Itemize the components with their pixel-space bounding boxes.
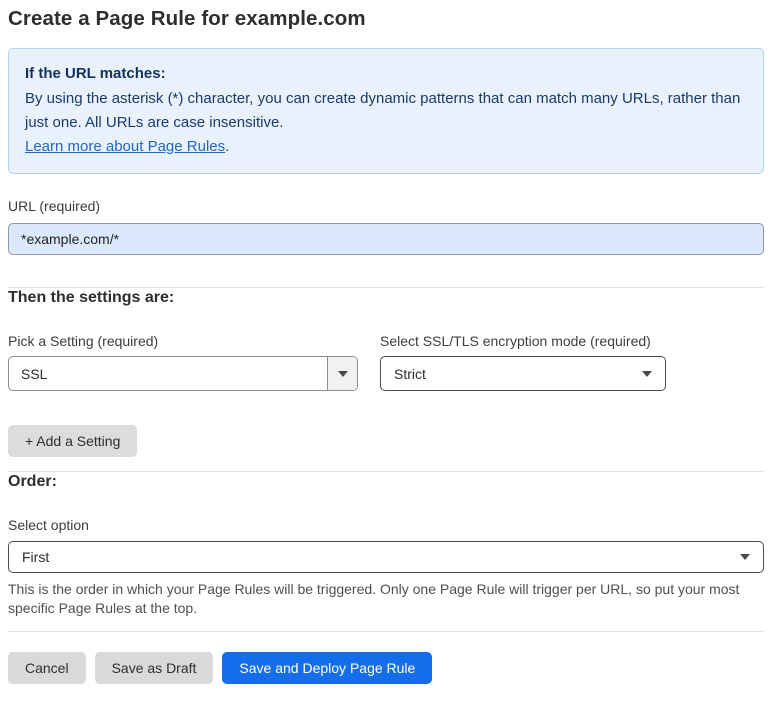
link-suffix: . bbox=[225, 138, 230, 155]
encryption-mode-dropdown[interactable]: Strict bbox=[380, 356, 666, 391]
order-dropdown[interactable]: First bbox=[8, 541, 764, 573]
encryption-mode-label: Select SSL/TLS encryption mode (required… bbox=[380, 333, 651, 349]
settings-row: Pick a Setting (required) SSL Select SSL… bbox=[8, 332, 764, 391]
url-input[interactable] bbox=[8, 223, 764, 255]
page-title: Create a Page Rule for example.com bbox=[8, 7, 366, 30]
order-help-text: This is the order in which your Page Rul… bbox=[8, 581, 740, 616]
pick-setting-group: Pick a Setting (required) SSL bbox=[8, 332, 358, 391]
order-section-heading: Order: bbox=[8, 473, 57, 490]
info-box-heading: If the URL matches: bbox=[25, 65, 166, 82]
dropdown-arrow-segment[interactable] bbox=[327, 357, 357, 390]
url-match-info-box: If the URL matches: By using the asteris… bbox=[8, 48, 764, 174]
pick-setting-dropdown[interactable]: SSL bbox=[8, 356, 358, 391]
settings-section-heading: Then the settings are: bbox=[8, 289, 175, 306]
info-box-body: By using the asterisk (*) character, you… bbox=[25, 90, 741, 131]
learn-more-link[interactable]: Learn more about Page Rules bbox=[25, 138, 225, 155]
save-as-draft-button[interactable]: Save as Draft bbox=[94, 652, 214, 684]
section-divider bbox=[8, 631, 764, 632]
form-actions: Cancel Save as Draft Save and Deploy Pag… bbox=[8, 652, 764, 684]
info-box-link-line: Learn more about Page Rules. bbox=[25, 135, 747, 159]
pick-setting-label: Pick a Setting (required) bbox=[8, 333, 159, 349]
add-setting-button[interactable]: + Add a Setting bbox=[8, 425, 138, 457]
url-field-label: URL (required) bbox=[8, 198, 101, 214]
chevron-down-icon bbox=[337, 370, 348, 377]
encryption-mode-group: Select SSL/TLS encryption mode (required… bbox=[380, 332, 666, 391]
chevron-down-icon bbox=[740, 554, 750, 560]
chevron-down-icon bbox=[642, 370, 652, 377]
cancel-button[interactable]: Cancel bbox=[8, 652, 86, 684]
order-selected-value: First bbox=[22, 549, 50, 565]
save-and-deploy-button[interactable]: Save and Deploy Page Rule bbox=[222, 652, 433, 684]
page-rule-form: Create a Page Rule for example.com If th… bbox=[0, 0, 772, 684]
encryption-mode-selected-value: Strict bbox=[394, 365, 426, 382]
pick-setting-selected-value: SSL bbox=[21, 365, 48, 382]
order-select-label: Select option bbox=[8, 517, 89, 533]
